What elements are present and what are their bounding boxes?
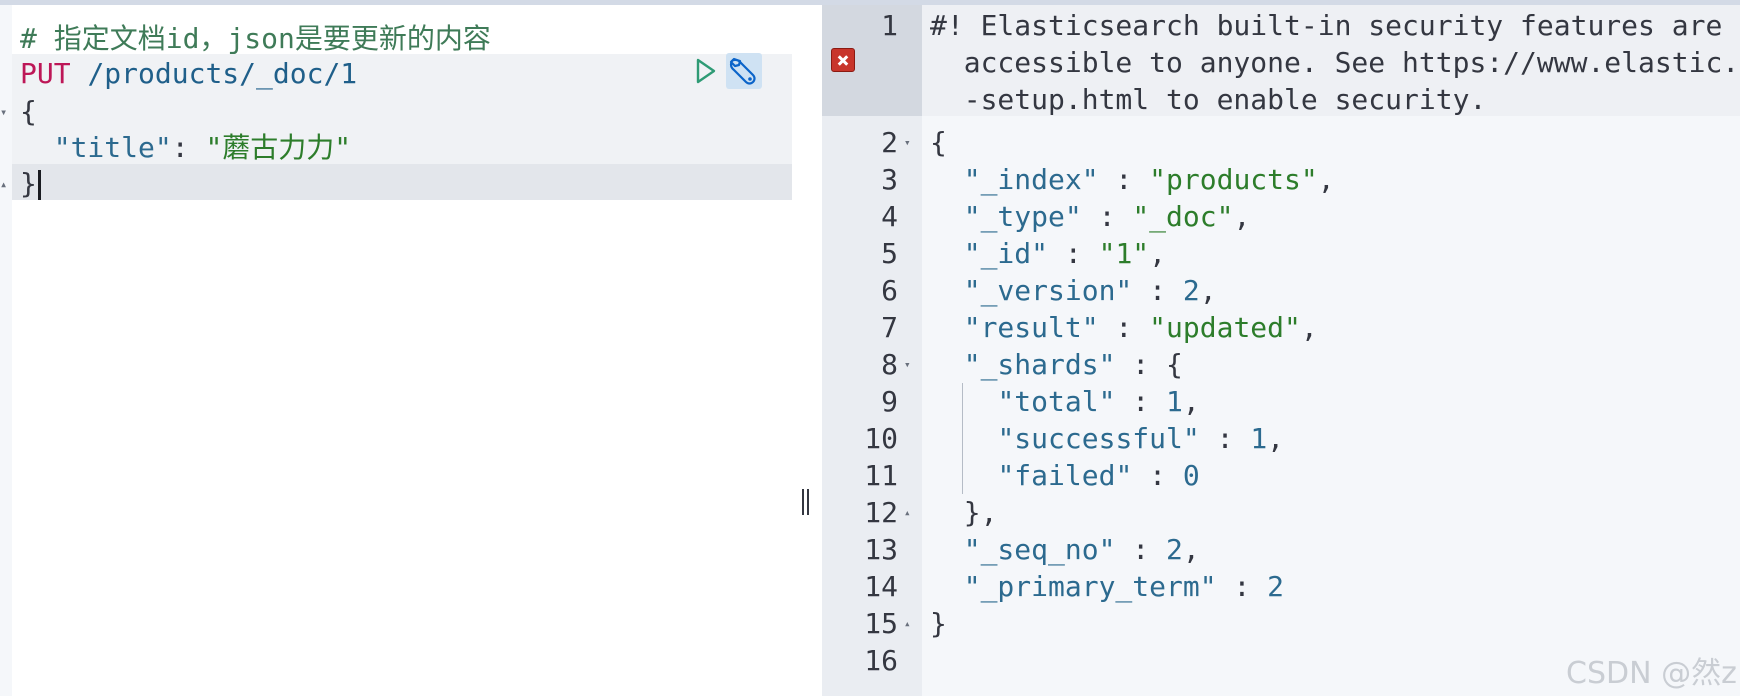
fold-toggle-icon[interactable]: ▾	[904, 124, 911, 161]
play-icon	[696, 58, 716, 84]
line-number: 4	[881, 200, 898, 233]
request-body-sep: :	[171, 131, 206, 164]
response-line: "_shards" : {	[963, 348, 1183, 381]
text-cursor	[37, 170, 41, 200]
request-settings-button[interactable]	[726, 53, 762, 89]
resize-handle-icon[interactable]	[801, 489, 811, 515]
request-body-close-line[interactable]: }	[20, 166, 41, 202]
line-number: 5	[881, 237, 898, 270]
line-number: 6	[881, 274, 898, 307]
watermark: CSDN @然z	[1566, 656, 1737, 691]
fold-toggle-icon[interactable]: ▾	[0, 94, 7, 130]
line-number: 3	[881, 163, 898, 196]
response-line: "total" : 1,	[997, 385, 1200, 418]
active-line-highlight	[12, 164, 792, 200]
run-request-button[interactable]	[692, 55, 720, 87]
line-number: 15	[864, 607, 898, 640]
response-line: "_version" : 2,	[963, 274, 1217, 307]
line-number: 7	[881, 311, 898, 344]
warning-line: #! Elasticsearch built-in security featu…	[930, 9, 1740, 42]
request-body-key: "title"	[53, 131, 172, 164]
line-number: 16	[864, 644, 898, 677]
response-line: "_id" : "1",	[963, 237, 1167, 270]
response-line: "_index" : "products",	[963, 163, 1335, 196]
request-line[interactable]: PUT /products/_doc/1	[20, 56, 357, 92]
response-line: }	[930, 607, 947, 640]
response-line: "_seq_no" : 2,	[963, 533, 1200, 566]
response-line: "failed" : 0	[997, 459, 1200, 492]
request-body-close: }	[20, 167, 37, 200]
fold-end-icon[interactable]: ▴	[904, 605, 911, 642]
fold-end-icon[interactable]: ▴	[904, 494, 911, 531]
request-body-open[interactable]: {	[20, 94, 37, 130]
line-number: 12	[864, 496, 898, 529]
request-path: /products/_doc/1	[87, 57, 358, 90]
fold-toggle-icon[interactable]: ▾	[904, 346, 911, 383]
request-comment[interactable]: # 指定文档id，json是要更新的内容	[20, 21, 491, 57]
request-body-field[interactable]: "title": "蘑古力力"	[20, 130, 351, 166]
line-number: 9	[881, 385, 898, 418]
response-line: "successful" : 1,	[997, 422, 1285, 455]
line-number: 10	[864, 422, 898, 455]
warning-line: accessible to anyone. See https://www.el…	[930, 46, 1740, 79]
line-number: 2	[881, 126, 898, 159]
pane-splitter[interactable]	[800, 5, 822, 696]
response-line: {	[930, 126, 947, 159]
line-number: 11	[864, 459, 898, 492]
response-line: "_type" : "_doc",	[963, 200, 1251, 233]
response-line: "result" : "updated",	[963, 311, 1318, 344]
line-number: 1	[881, 9, 898, 42]
request-method: PUT	[20, 57, 71, 90]
line-number: 13	[864, 533, 898, 566]
response-line: },	[930, 496, 998, 529]
response-line: "_primary_term" : 2	[963, 570, 1285, 603]
error-marker-icon[interactable]	[831, 48, 855, 72]
warning-line: -setup.html to enable security.	[930, 83, 1487, 116]
request-body-value: "蘑古力力"	[205, 131, 352, 164]
line-number: 14	[864, 570, 898, 603]
wrench-icon	[729, 57, 756, 85]
fold-end-icon: ▴	[0, 177, 8, 191]
line-number: 8	[881, 348, 898, 381]
